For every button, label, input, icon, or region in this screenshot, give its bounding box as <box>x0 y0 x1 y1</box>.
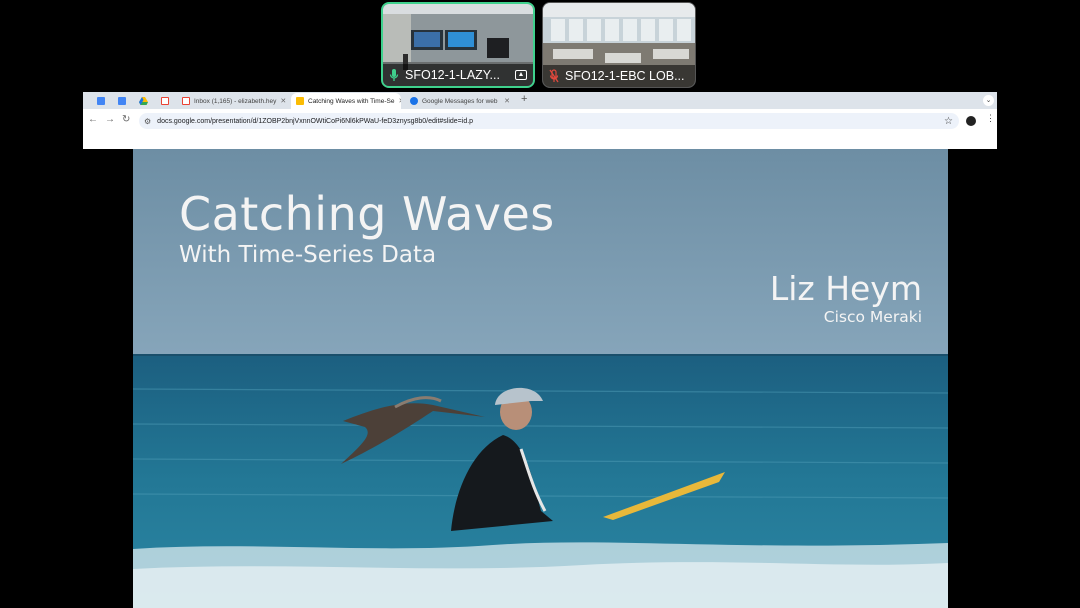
pinned-tab-docs[interactable] <box>93 94 109 107</box>
presentation-slide: Catching Waves With Time-Series Data Liz… <box>133 149 948 608</box>
new-tab-button[interactable]: + <box>521 93 527 105</box>
site-info-icon[interactable]: ⚙ <box>144 117 151 126</box>
reload-icon[interactable]: ↻ <box>122 114 130 125</box>
browser-window: Inbox (1,165) - elizabeth.hey ✕ Catching… <box>83 92 997 149</box>
google-drive-icon <box>138 96 148 105</box>
close-tab-icon[interactable]: ✕ <box>504 97 510 105</box>
presenter-organization: Cisco Meraki <box>823 308 922 326</box>
participant-label: SFO12-1-EBC LOB... <box>543 65 695 87</box>
google-docs-icon <box>118 96 126 105</box>
participant-name: SFO12-1-LAZY... <box>405 68 500 82</box>
screen-share-icon[interactable] <box>515 70 527 80</box>
close-tab-icon[interactable]: ✕ <box>280 97 286 105</box>
pinned-tab-gmail[interactable] <box>157 94 173 107</box>
address-bar[interactable]: ⚙ docs.google.com/presentation/d/1ZOBP2b… <box>139 113 959 129</box>
participant-tile-2[interactable]: SFO12-1-EBC LOB... <box>542 2 696 88</box>
participant-tile-1[interactable]: SFO12-1-LAZY... <box>381 2 535 88</box>
tab-inbox[interactable]: Inbox (1,165) - elizabeth.hey ✕ <box>177 93 287 109</box>
url-text: docs.google.com/presentation/d/1ZOBP2bnj… <box>157 117 474 125</box>
forward-arrow-icon[interactable]: → <box>105 114 115 125</box>
gmail-icon <box>182 97 190 105</box>
profile-avatar-icon[interactable] <box>966 116 976 126</box>
microphone-on-icon <box>389 68 399 82</box>
pinned-tab-drive[interactable] <box>135 94 151 107</box>
microphone-muted-icon <box>549 69 559 83</box>
presenter-name: Liz Heym <box>769 269 922 308</box>
google-messages-icon <box>410 97 418 105</box>
tab-google-messages[interactable]: Google Messages for web ✕ <box>405 93 515 109</box>
bookmark-star-icon[interactable]: ☆ <box>944 116 953 127</box>
google-slides-icon <box>296 97 304 105</box>
back-arrow-icon[interactable]: ← <box>88 114 98 125</box>
participant-label: SFO12-1-LAZY... <box>383 64 533 86</box>
slide-subtitle: With Time-Series Data <box>179 242 437 268</box>
tab-label: Catching Waves with Time-Se <box>308 97 395 105</box>
tab-label: Google Messages for web <box>422 97 498 105</box>
tab-label: Inbox (1,165) - elizabeth.hey <box>194 97 277 105</box>
google-docs-icon <box>97 96 105 105</box>
gmail-icon <box>161 96 169 105</box>
tab-strip: Inbox (1,165) - elizabeth.hey ✕ Catching… <box>83 92 997 109</box>
tab-catching-waves[interactable]: Catching Waves with Time-Se ✕ <box>291 93 401 109</box>
slide-title: Catching Waves <box>179 187 555 241</box>
tab-search-chevron-icon[interactable]: ⌄ <box>983 95 994 106</box>
participant-name: SFO12-1-EBC LOB... <box>565 69 685 83</box>
browser-toolbar: ← → ↻ ⚙ docs.google.com/presentation/d/1… <box>83 110 997 132</box>
close-tab-icon[interactable]: ✕ <box>398 97 401 105</box>
pinned-tab-docs-2[interactable] <box>114 94 130 107</box>
more-menu-icon[interactable]: ⋮ <box>986 113 995 124</box>
